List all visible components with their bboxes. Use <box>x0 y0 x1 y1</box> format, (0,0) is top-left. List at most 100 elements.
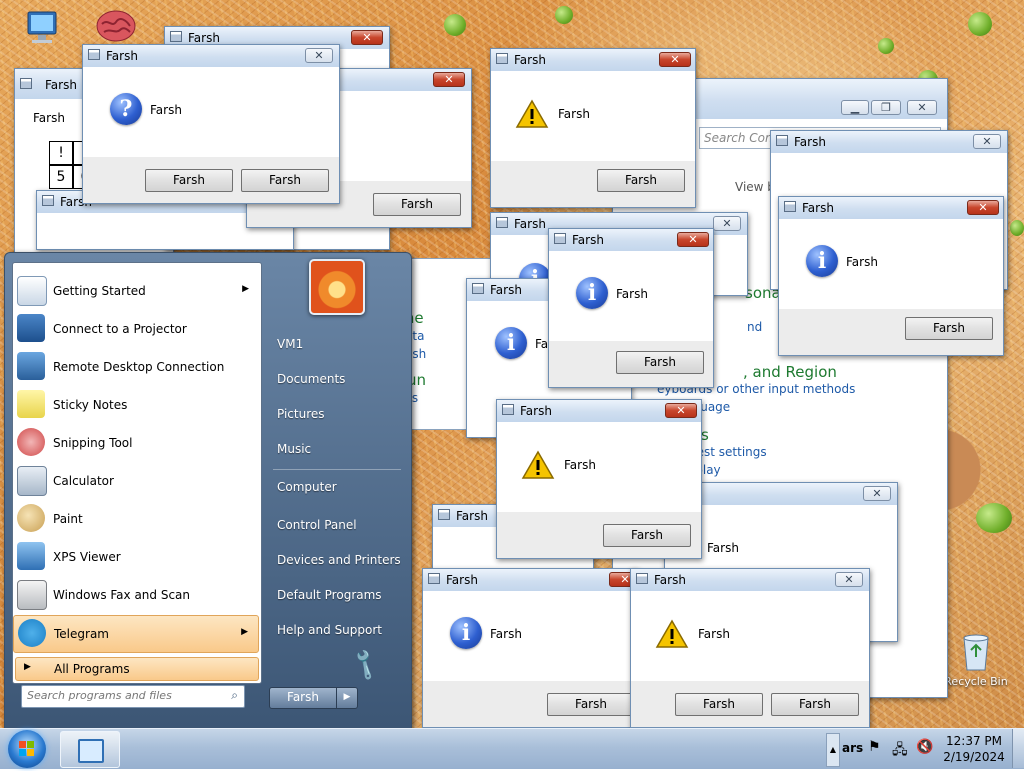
dialog-titlebar[interactable]: Farsh ✕ <box>779 197 1003 219</box>
network-icon[interactable]: 🖧 <box>892 739 908 763</box>
window-app-icon <box>784 201 796 212</box>
computer-desktop-icon[interactable] <box>2 8 82 51</box>
brain-desktop-icon[interactable] <box>76 6 156 49</box>
info-icon: i <box>806 245 838 277</box>
dialog-titlebar[interactable]: Farsh ✕ <box>491 49 695 71</box>
start-link-pictures[interactable]: Pictures <box>277 407 325 421</box>
dialog-ok-button[interactable]: Farsh <box>547 693 635 716</box>
close-button[interactable]: ✕ <box>835 572 863 587</box>
dialog-body: Farsh <box>491 71 695 161</box>
start-orb-button[interactable] <box>8 730 46 768</box>
start-link-vm1[interactable]: VM1 <box>277 337 303 351</box>
volume-muted-icon[interactable]: 🔇 <box>916 739 933 755</box>
dialog-titlebar[interactable]: Farsh ✕ <box>497 400 701 422</box>
info-dialog[interactable]: Farsh ✕ i Farsh Farsh <box>778 196 1004 356</box>
window-app-icon <box>554 233 566 244</box>
dialog-ok-button[interactable]: Farsh <box>616 351 704 374</box>
all-programs-button[interactable]: ▶ All Programs <box>15 657 259 681</box>
dialog-ok-button[interactable]: Farsh <box>603 524 691 547</box>
start-item-snipping-tool[interactable]: Snipping Tool <box>13 425 259 461</box>
close-button[interactable]: ✕ <box>973 134 1001 149</box>
dialog-ok-button[interactable]: Farsh <box>373 193 461 216</box>
start-link-computer[interactable]: Computer <box>277 480 337 494</box>
start-item-getting-started[interactable]: Getting Started ▶ <box>13 273 259 309</box>
start-menu[interactable]: Getting Started ▶ Connect to a Projector… <box>4 252 412 728</box>
dialog-button-2[interactable]: Farsh <box>771 693 859 716</box>
close-button[interactable]: ✕ <box>351 30 383 45</box>
info-dialog[interactable]: Farsh ✕ i Farsh Farsh <box>548 228 714 388</box>
dialog-titlebar[interactable]: Farsh ✕ <box>83 45 339 67</box>
start-item-fax-scan[interactable]: Windows Fax and Scan <box>13 577 259 613</box>
action-center-flag-icon[interactable]: ⚑ <box>868 739 881 755</box>
start-item-calculator[interactable]: Calculator <box>13 463 259 499</box>
dialog-titlebar[interactable]: Farsh ✕ <box>423 569 637 591</box>
dialog-button-2[interactable]: Farsh <box>241 169 329 192</box>
charmap-text: Farsh <box>33 111 65 125</box>
start-item-label: Paint <box>53 512 83 526</box>
ease-of-access-heading-partial[interactable]: s <box>701 426 709 444</box>
dialog-titlebar[interactable]: Farsh ✕ <box>771 131 1007 153</box>
dialog-title: Farsh <box>514 217 546 231</box>
clock-language-region-heading[interactable]: , and Region <box>743 363 837 381</box>
start-link-help-support[interactable]: Help and Support <box>277 623 382 637</box>
xps-viewer-icon <box>17 542 45 570</box>
start-item-xps-viewer[interactable]: XPS Viewer <box>13 539 259 575</box>
start-link-control-panel[interactable]: Control Panel <box>277 518 357 532</box>
close-button[interactable]: ✕ <box>305 48 333 63</box>
tray-partial-text: ars <box>842 741 864 755</box>
start-search-input[interactable]: Search programs and files ⌕ <box>21 685 245 708</box>
dialog-ok-button[interactable]: Farsh <box>905 317 993 340</box>
show-desktop-button[interactable] <box>1012 729 1024 768</box>
warning-dialog[interactable]: Farsh ✕ Farsh Farsh Farsh <box>630 568 870 728</box>
start-link-music[interactable]: Music <box>277 442 311 456</box>
close-button[interactable]: ✕ <box>659 52 691 67</box>
window-app-icon <box>776 135 788 146</box>
start-item-sticky-notes[interactable]: Sticky Notes <box>13 387 259 423</box>
warning-dialog[interactable]: Farsh ✕ Farsh Farsh <box>490 48 696 208</box>
category-link-partial[interactable]: nd <box>747 320 762 334</box>
close-button[interactable]: ✕ <box>713 216 741 231</box>
minimize-button[interactable]: ▁ <box>841 100 869 115</box>
shutdown-button[interactable]: Farsh <box>269 687 337 709</box>
close-button[interactable]: ✕ <box>677 232 709 247</box>
dialog-button-1[interactable]: Farsh <box>675 693 763 716</box>
recycle-bin-icon[interactable]: Recycle Bin <box>936 632 1016 688</box>
start-item-projector[interactable]: Connect to a Projector <box>13 311 259 347</box>
close-button[interactable]: ✕ <box>907 100 937 115</box>
start-link-default-programs[interactable]: Default Programs <box>277 588 382 602</box>
close-button[interactable]: ✕ <box>665 403 697 418</box>
clock[interactable]: 12:37 PM 2/19/2024 <box>940 733 1008 765</box>
desktop-background[interactable]: Recycle Bin ▁ ❐ ✕ Search Contr View b so… <box>0 0 1024 728</box>
paint-palette-icon <box>17 504 45 532</box>
info-dialog[interactable]: Farsh ✕ i Farsh Farsh <box>422 568 638 728</box>
dialog-titlebar[interactable]: Farsh ✕ <box>631 569 869 591</box>
maximize-button[interactable]: ❐ <box>871 100 901 115</box>
dialog-titlebar[interactable]: Farsh ✕ <box>549 229 713 251</box>
close-button[interactable]: ✕ <box>863 486 891 501</box>
question-dialog[interactable]: Farsh ✕ ? Farsh Farsh Farsh <box>82 44 340 204</box>
start-item-telegram[interactable]: Telegram ▶ <box>13 615 259 653</box>
warning-dialog[interactable]: Farsh ✕ Farsh Farsh <box>496 399 702 559</box>
start-link-documents[interactable]: Documents <box>277 372 345 386</box>
dialog-ok-button[interactable]: Farsh <box>597 169 685 192</box>
charmap-cell[interactable]: ! <box>49 141 73 165</box>
pea-decoration <box>976 503 1012 533</box>
dialog-button-1[interactable]: Farsh <box>145 169 233 192</box>
user-picture[interactable] <box>309 259 365 315</box>
telegram-icon <box>18 619 46 647</box>
start-link-devices-printers[interactable]: Devices and Printers <box>277 553 401 567</box>
close-button[interactable]: ✕ <box>967 200 999 215</box>
dialog-footer: Farsh <box>549 341 713 387</box>
info-icon: i <box>576 277 608 309</box>
start-item-paint[interactable]: Paint <box>13 501 259 537</box>
dialog-message: Farsh <box>490 627 522 641</box>
start-item-remote-desktop[interactable]: Remote Desktop Connection <box>13 349 259 385</box>
dialog-body: Farsh <box>631 591 869 681</box>
charmap-cell[interactable]: 5 <box>49 165 73 189</box>
window-app-icon <box>496 217 508 228</box>
shutdown-options-button[interactable]: ▶ <box>336 687 358 709</box>
taskbar-control-panel-button[interactable] <box>60 731 120 768</box>
close-button[interactable]: ✕ <box>433 72 465 87</box>
dialog-title: Farsh <box>520 404 552 418</box>
tray-show-hidden-button[interactable]: ▲ <box>826 733 840 767</box>
